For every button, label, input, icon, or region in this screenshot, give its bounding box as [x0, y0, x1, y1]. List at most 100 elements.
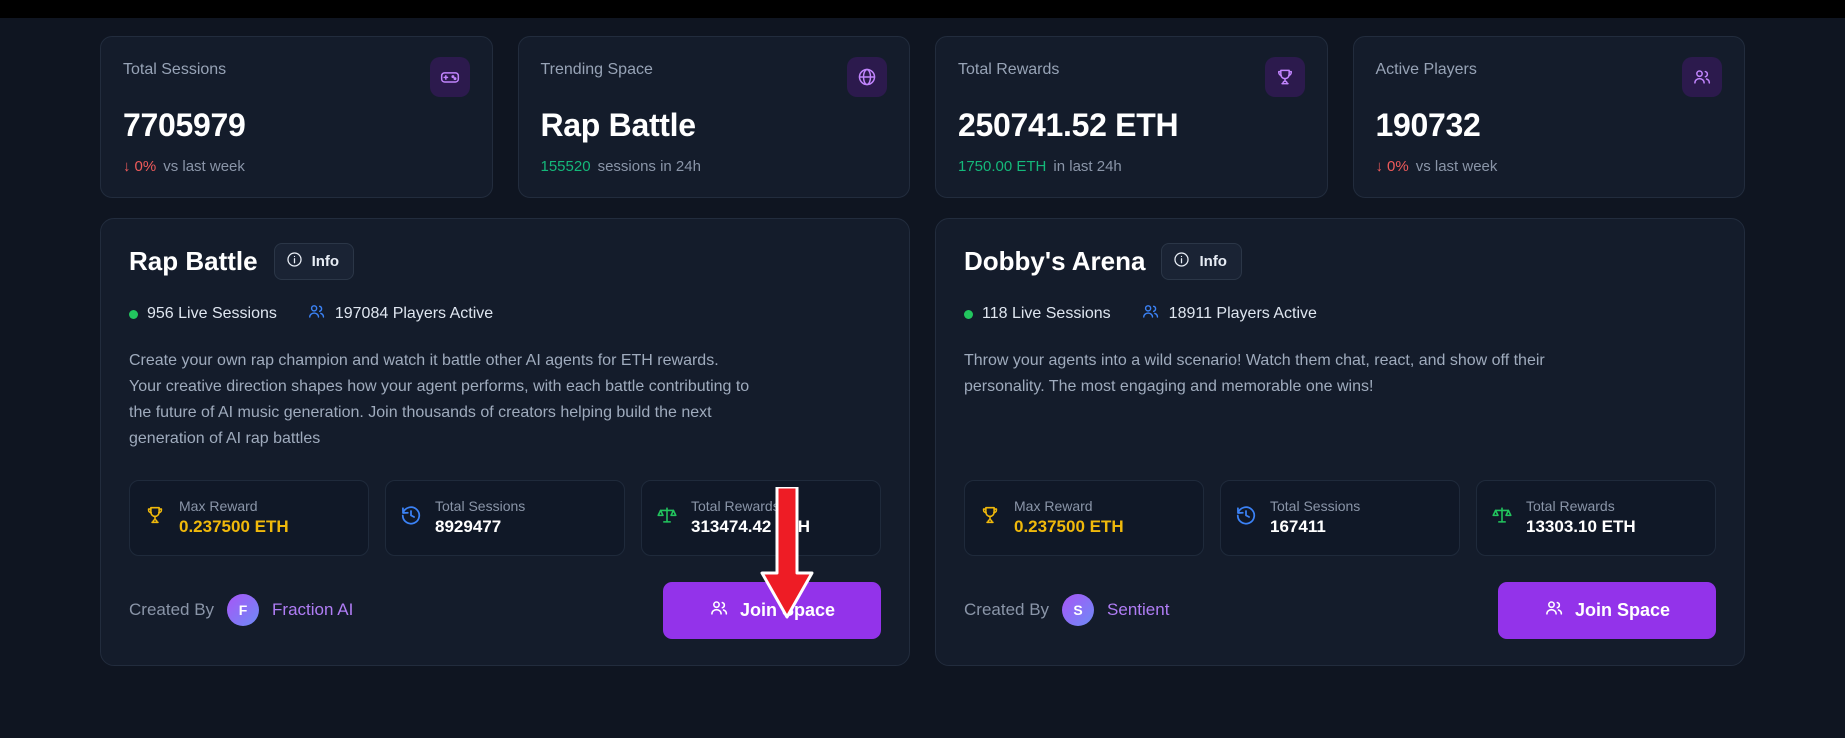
spaces-row: Rap Battle Info 956 Live Sessions 197084…: [0, 198, 1845, 666]
delta-down-indicator: ↓ 0%: [1376, 158, 1409, 175]
metric-text: Total Sessions 167411: [1270, 498, 1360, 537]
trophy-icon: [1264, 57, 1305, 97]
delta-caption: vs last week: [163, 158, 245, 175]
metric-total-sessions: Total Sessions 167411: [1220, 479, 1460, 556]
live-sessions-meta: 956 Live Sessions: [129, 305, 277, 323]
info-button-label: Info: [311, 253, 340, 270]
avatar: S: [1062, 594, 1095, 627]
metric-max-reward: Max Reward 0.237500 ETH: [129, 479, 369, 556]
stat-value: Rap Battle: [540, 107, 697, 143]
delta-value: 0%: [134, 158, 157, 175]
window-top-bar: [0, 0, 1845, 18]
info-button-label: Info: [1199, 253, 1227, 270]
space-header: Dobby's Arena Info: [964, 243, 1716, 280]
metric-label: Total Sessions: [1270, 498, 1361, 515]
stat-label: Trending Space: [540, 61, 653, 78]
created-by-group: Created By S Sentient: [964, 594, 1169, 627]
users-icon: [1544, 598, 1564, 623]
stat-card-trending-space: Trending Space Rap Battle 155520 session…: [517, 36, 910, 198]
live-sessions-label: 118 Live Sessions: [982, 305, 1111, 322]
stat-card-total-rewards: Total Rewards 250741.52 ETH 1750.00 ETH …: [935, 36, 1328, 198]
stat-header: Total Rewards: [958, 57, 1305, 97]
stat-header: Total Sessions: [123, 57, 470, 97]
live-status-dot-icon: [964, 309, 973, 319]
creator-name[interactable]: Fraction AI: [272, 600, 353, 620]
metric-text: Total Rewards 313474.42 ETH: [691, 498, 810, 537]
join-space-button-dobbys-arena[interactable]: Join Space: [1498, 581, 1716, 639]
metric-text: Max Reward 0.237500 ETH: [1014, 498, 1124, 537]
globe-icon: [847, 57, 887, 97]
highlight-caption: sessions in 24h: [597, 158, 701, 175]
stat-header: Trending Space: [540, 57, 887, 97]
info-button[interactable]: Info: [1161, 243, 1242, 280]
space-footer-row: Created By F Fraction AI Join Space: [129, 581, 881, 639]
space-meta-row: 956 Live Sessions 197084 Players Active: [129, 302, 881, 326]
trophy-icon: [144, 504, 166, 531]
space-footer-row: Created By S Sentient Join Space: [964, 581, 1716, 639]
metric-text: Total Sessions 8929477: [435, 498, 525, 537]
space-card-dobbys-arena: Dobby's Arena Info 118 Live Sessions 189…: [935, 218, 1745, 666]
metric-total-rewards: Total Rewards 13303.10 ETH: [1476, 479, 1716, 556]
live-status-dot-icon: [129, 309, 138, 319]
arrow-down-icon: ↓: [1375, 158, 1384, 175]
created-by-group: Created By F Fraction AI: [129, 594, 353, 627]
space-meta-row: 118 Live Sessions 18911 Players Active: [964, 302, 1716, 326]
space-card-rap-battle: Rap Battle Info 956 Live Sessions 197084…: [100, 218, 910, 666]
arrow-down-icon: ↓: [123, 158, 131, 175]
scales-icon: [656, 504, 678, 531]
metric-total-rewards: Total Rewards 313474.42 ETH: [641, 479, 881, 556]
history-clock-icon: [1235, 504, 1257, 531]
players-active-meta: 18911 Players Active: [1141, 302, 1317, 326]
metric-label: Total Rewards: [1526, 498, 1615, 515]
scales-icon: [1491, 504, 1513, 531]
creator-name[interactable]: Sentient: [1107, 600, 1169, 620]
space-description: Throw your agents into a wild scenario! …: [964, 352, 1545, 395]
stat-value: 190732: [1375, 107, 1481, 143]
stat-subtext: ↓ 0% vs last week: [1376, 158, 1723, 175]
join-space-button-rap-battle[interactable]: Join Space: [663, 581, 881, 639]
players-active-label: 18911 Players Active: [1168, 305, 1317, 322]
history-clock-icon: [400, 504, 422, 531]
stat-header: Active Players: [1376, 57, 1722, 97]
space-description: Create your own rap champion and watch i…: [129, 352, 750, 447]
metric-label: Total Rewards: [691, 498, 780, 515]
join-space-label: Join Space: [1574, 599, 1671, 620]
stat-card-total-sessions: Total Sessions 7705979 ↓ 0% vs last week: [100, 36, 493, 198]
info-circle-icon: [1173, 251, 1190, 272]
metric-value: 0.237500 ETH: [1014, 517, 1124, 537]
users-icon: [1682, 57, 1722, 97]
avatar: F: [227, 594, 260, 627]
metric-label: Max Reward: [179, 498, 258, 515]
delta-value: 0%: [1387, 158, 1409, 175]
metric-value: 313474.42 ETH: [691, 517, 811, 537]
trophy-icon: [979, 504, 1001, 531]
delta-caption: vs last week: [1415, 158, 1498, 175]
gamepad-icon: [429, 57, 470, 97]
highlight-value: 155520: [540, 158, 591, 175]
metric-value: 8929477: [435, 517, 502, 537]
metric-text: Total Rewards 13303.10 ETH: [1526, 498, 1636, 537]
stat-value: 250741.52 ETH: [958, 107, 1179, 143]
live-sessions-meta: 118 Live Sessions: [964, 305, 1111, 323]
highlight-value: 1750.00 ETH: [958, 158, 1047, 175]
users-icon: [307, 302, 326, 326]
live-sessions-label: 956 Live Sessions: [147, 305, 277, 322]
info-button[interactable]: Info: [273, 243, 355, 280]
delta-down-indicator: ↓ 0%: [123, 158, 156, 175]
space-title: Dobby's Arena: [964, 246, 1146, 276]
stat-label: Total Rewards: [958, 61, 1060, 78]
dashboard-page: Total Sessions 7705979 ↓ 0% vs last week: [0, 0, 1845, 738]
info-circle-icon: [286, 251, 303, 272]
metric-label: Max Reward: [1014, 498, 1093, 515]
users-icon: [709, 598, 729, 623]
players-active-meta: 197084 Players Active: [307, 302, 493, 326]
stats-row: Total Sessions 7705979 ↓ 0% vs last week: [0, 18, 1845, 198]
stat-card-active-players: Active Players 190732 ↓ 0% vs last week: [1352, 36, 1745, 198]
metric-value: 13303.10 ETH: [1526, 517, 1636, 537]
metric-label: Total Sessions: [435, 498, 526, 515]
metric-value: 167411: [1270, 517, 1326, 537]
stat-value: 7705979: [123, 107, 246, 143]
metric-total-sessions: Total Sessions 8929477: [385, 479, 625, 556]
space-title: Rap Battle: [129, 246, 258, 276]
stat-subtext: 155520 sessions in 24h: [541, 158, 888, 175]
